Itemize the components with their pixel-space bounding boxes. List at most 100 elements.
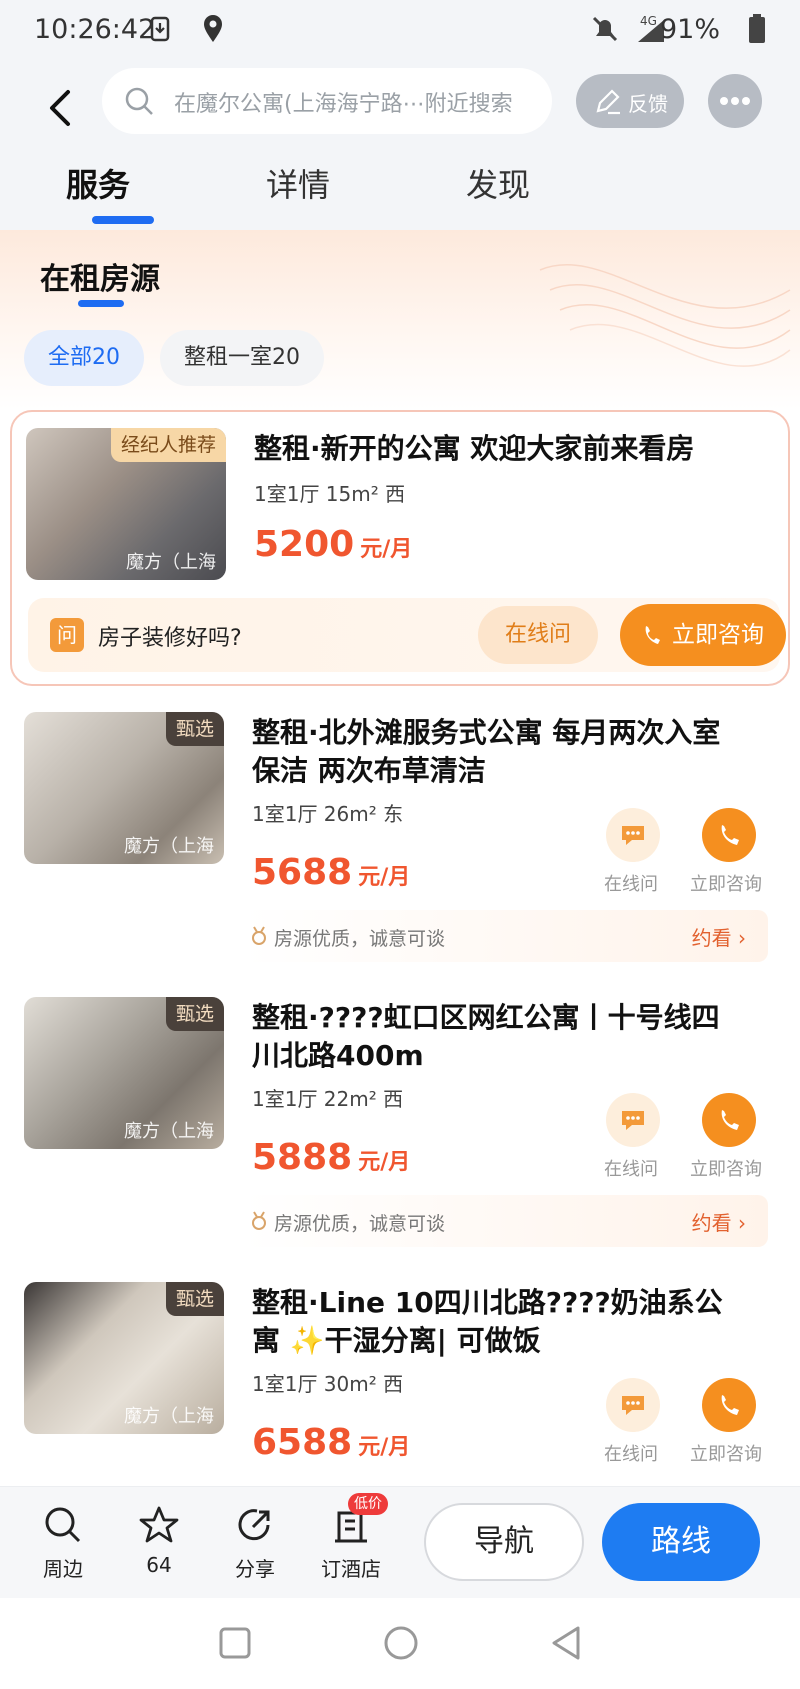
listing-title-line-1[interactable]: 整租·北外滩服务式公寓 每月两次入室 (252, 714, 772, 752)
favorite-button[interactable]: 64 (124, 1505, 194, 1577)
book-viewing-link[interactable]: 约看 › (692, 922, 746, 951)
listing-title-line-2[interactable]: 寓 ✨干湿分离| 可做饭 (252, 1322, 772, 1360)
tab-bar: 服务 详情 发现 (0, 150, 800, 230)
featured-listing-card[interactable]: 经纪人推荐 魔方（上海 整租·新开的公寓 欢迎大家前来看房 1室1厅 15m² … (10, 410, 790, 686)
listing-title[interactable]: 整租·新开的公寓 欢迎大家前来看房 (254, 430, 774, 468)
listing-card[interactable]: 甄选 魔方（上海 整租·北外滩服务式公寓 每月两次入室 保洁 两次布草清洁 1室… (0, 700, 800, 985)
online-ask-label: 在线问 (604, 874, 658, 895)
search-input[interactable]: 在魔尔公寓(上海海宁路⋯附近搜索 (102, 68, 552, 134)
price-unit: 元/月 (360, 537, 413, 562)
low-price-badge: 低价 (348, 1493, 388, 1515)
chat-bubble-icon (622, 1396, 644, 1415)
online-ask-button[interactable]: 在线问 (478, 606, 598, 664)
listing-photo[interactable]: 甄选 魔方（上海 (24, 1282, 224, 1434)
listing-spec: 1室1厅 15m² 西 (254, 482, 406, 506)
share-label: 分享 (235, 1557, 275, 1581)
listing-price: 5888 元/月 (252, 1137, 410, 1178)
more-dots-icon (720, 97, 750, 105)
quality-tip-text: 房源优质，诚意可谈 (274, 1213, 446, 1235)
listing-spec: 1室1厅 26m² 东 (252, 802, 404, 826)
price-unit: 元/月 (358, 865, 411, 890)
system-navigation-bar (0, 1598, 800, 1689)
consult-now-button[interactable] (702, 1378, 756, 1432)
question-row[interactable]: 问 房子装修好吗? 在线问 立即咨询 (28, 598, 786, 672)
book-viewing-label: 约看 (691, 1211, 732, 1235)
book-hotel-label: 订酒店 (321, 1557, 381, 1581)
feedback-button[interactable]: 反馈 (576, 74, 684, 128)
consult-now-label: 立即咨询 (690, 1444, 762, 1465)
share-icon (238, 1509, 270, 1541)
quality-tip-row[interactable]: 房源优质，诚意可谈 约看 › (244, 910, 768, 962)
consult-now-button[interactable]: 立即咨询 (620, 604, 786, 666)
price-unit: 元/月 (358, 1150, 411, 1175)
search-placeholder: 在魔尔公寓(上海海宁路⋯附近搜索 (174, 92, 513, 117)
listing-price: 5200 元/月 (254, 524, 412, 565)
online-ask-button[interactable] (606, 1378, 660, 1432)
mute-bell-icon (592, 16, 618, 42)
section-title: 在租房源 (40, 262, 160, 297)
tab-discover[interactable]: 发现 (466, 160, 530, 206)
price-unit: 元/月 (358, 1435, 411, 1460)
section-title-underline (78, 300, 124, 307)
listing-title-line-2[interactable]: 川北路400m (252, 1037, 772, 1075)
listing-card[interactable]: 甄选 魔方（上海 整租·Line 10四川北路????奶油系公 寓 ✨干湿分离|… (0, 1270, 800, 1486)
filter-all[interactable]: 全部20 (24, 330, 144, 386)
photo-watermark: 魔方（上海 (124, 1406, 214, 1427)
nearby-label: 周边 (43, 1557, 83, 1581)
photo-watermark: 魔方（上海 (124, 836, 214, 857)
question-text: 房子装修好吗? (98, 626, 242, 651)
edit-pencil-icon (596, 89, 620, 115)
back-arrow-icon[interactable] (38, 78, 82, 138)
price-value: 6588 (252, 1422, 353, 1463)
quality-tip-row[interactable]: 房源优质，诚意可谈 约看 › (244, 1195, 768, 1247)
nearby-button[interactable]: 周边 (28, 1505, 98, 1581)
search-icon (45, 1507, 81, 1543)
selected-badge: 甄选 (165, 997, 224, 1031)
question-icon: 问 (50, 618, 84, 652)
back-icon[interactable] (548, 1624, 584, 1662)
phone-icon (721, 825, 739, 845)
photo-watermark: 魔方（上海 (126, 552, 216, 573)
book-viewing-label: 约看 (691, 926, 732, 950)
tab-service[interactable]: 服务 (66, 160, 130, 206)
online-ask-button[interactable] (606, 808, 660, 862)
listing-title-line-2[interactable]: 保洁 两次布草清洁 (252, 752, 772, 790)
listing-photo[interactable]: 经纪人推荐 魔方（上海 (26, 428, 226, 580)
listing-photo[interactable]: 甄选 魔方（上海 (24, 712, 224, 864)
agent-recommend-badge: 经纪人推荐 (110, 428, 226, 462)
consult-now-label: 立即咨询 (690, 1159, 762, 1180)
recent-apps-icon[interactable] (218, 1626, 252, 1660)
filter-one-bedroom[interactable]: 整租一室20 (160, 330, 324, 386)
battery-icon (749, 14, 765, 43)
phone-icon (721, 1110, 739, 1130)
consult-now-label: 立即咨询 (690, 874, 762, 895)
navigate-button[interactable]: 导航 (424, 1503, 584, 1581)
chat-bubble-icon (622, 1111, 644, 1130)
listing-title-line-1[interactable]: 整租·Line 10四川北路????奶油系公 (252, 1284, 772, 1322)
consult-now-button[interactable] (702, 808, 756, 862)
route-button[interactable]: 路线 (602, 1503, 760, 1581)
battery-level: 91% (659, 14, 720, 45)
listing-spec: 1室1厅 22m² 西 (252, 1087, 404, 1111)
location-icon (204, 15, 222, 42)
book-viewing-link[interactable]: 约看 › (692, 1207, 746, 1236)
selected-badge: 甄选 (165, 712, 224, 746)
quality-tip-text: 房源优质，诚意可谈 (274, 928, 446, 950)
medal-icon (252, 926, 266, 945)
feedback-label: 反馈 (628, 92, 668, 116)
phone-icon (721, 1395, 739, 1415)
listing-card[interactable]: 甄选 魔方（上海 整租·????虹口区网红公寓丨十号线四 川北路400m 1室1… (0, 985, 800, 1270)
listing-title-line-1[interactable]: 整租·????虹口区网红公寓丨十号线四 (252, 999, 772, 1037)
medal-icon (252, 1211, 266, 1230)
listing-spec: 1室1厅 30m² 西 (252, 1372, 404, 1396)
home-icon[interactable] (382, 1624, 420, 1662)
consult-now-button[interactable] (702, 1093, 756, 1147)
status-time: 10:26:42 (34, 14, 156, 45)
price-value: 5200 (254, 524, 355, 565)
listing-photo[interactable]: 甄选 魔方（上海 (24, 997, 224, 1149)
share-button[interactable]: 分享 (220, 1505, 290, 1581)
online-ask-label: 在线问 (604, 1444, 658, 1465)
more-button[interactable] (708, 74, 762, 128)
online-ask-button[interactable] (606, 1093, 660, 1147)
tab-details[interactable]: 详情 (266, 160, 330, 206)
